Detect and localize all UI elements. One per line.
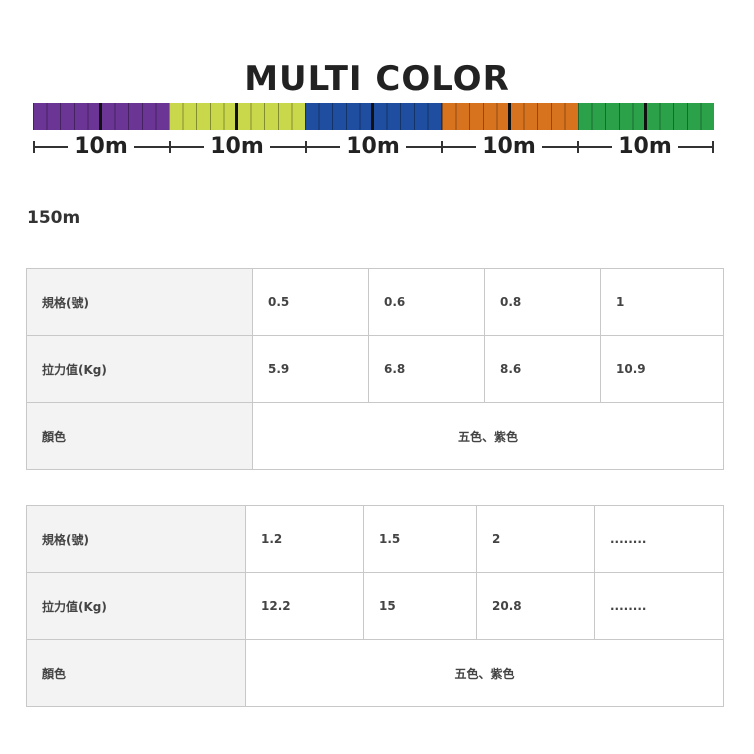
table-row: 規格(號) 1.2 1.5 2 ........ bbox=[26, 505, 724, 573]
table-cell: 2 bbox=[476, 505, 595, 573]
ruler-label-text: 10m bbox=[204, 134, 270, 160]
ruler-label: 10m bbox=[577, 134, 713, 160]
ruler-label: 10m bbox=[169, 134, 305, 160]
row-header: 規格(號) bbox=[26, 268, 253, 336]
table-cell: 1.5 bbox=[363, 505, 477, 573]
ruler-label-text: 10m bbox=[68, 134, 134, 160]
length-ruler: 10m 10m 10m 10m 10m bbox=[33, 134, 714, 160]
segment-mark bbox=[507, 103, 511, 130]
segment-yellow bbox=[169, 103, 306, 130]
row-header: 顏色 bbox=[26, 639, 246, 707]
spec-table-2: 規格(號) 1.2 1.5 2 ........ 拉力值(Kg) 12.2 15… bbox=[26, 505, 724, 707]
color-cell: 五色、紫色 bbox=[252, 402, 724, 470]
table-cell: 1 bbox=[600, 268, 724, 336]
ruler-label: 10m bbox=[305, 134, 441, 160]
table-cell: 20.8 bbox=[476, 572, 595, 640]
table-cell: 8.6 bbox=[484, 335, 601, 403]
segment-mark bbox=[371, 103, 375, 130]
table-row: 顏色 五色、紫色 bbox=[26, 402, 724, 470]
segment-mark bbox=[99, 103, 102, 130]
table-cell: 12.2 bbox=[245, 572, 364, 640]
table-row: 拉力值(Kg) 5.9 6.8 8.6 10.9 bbox=[26, 335, 724, 403]
row-header: 拉力值(Kg) bbox=[26, 335, 253, 403]
color-stripe bbox=[33, 103, 715, 130]
spec-table-1: 規格(號) 0.5 0.6 0.8 1 拉力值(Kg) 5.9 6.8 8.6 … bbox=[26, 268, 724, 470]
row-header: 拉力值(Kg) bbox=[26, 572, 246, 640]
ruler-label: 10m bbox=[441, 134, 577, 160]
table-cell: 0.8 bbox=[484, 268, 601, 336]
ruler-label-text: 10m bbox=[612, 134, 678, 160]
row-header: 顏色 bbox=[26, 402, 253, 470]
segment-green bbox=[577, 103, 715, 130]
table-cell: 1.2 bbox=[245, 505, 364, 573]
table-cell: 5.9 bbox=[252, 335, 369, 403]
ruler-label-text: 10m bbox=[340, 134, 406, 160]
table-row: 規格(號) 0.5 0.6 0.8 1 bbox=[26, 268, 724, 336]
length-label: 150m bbox=[27, 208, 81, 228]
ruler-label-text: 10m bbox=[476, 134, 542, 160]
table-cell: 0.6 bbox=[368, 268, 485, 336]
segment-mark bbox=[235, 103, 239, 130]
segment-blue bbox=[305, 103, 442, 130]
table-cell: 10.9 bbox=[600, 335, 724, 403]
table-cell: 15 bbox=[363, 572, 477, 640]
color-cell: 五色、紫色 bbox=[245, 639, 724, 707]
segment-mark bbox=[643, 103, 647, 130]
table-row: 拉力值(Kg) 12.2 15 20.8 ........ bbox=[26, 572, 724, 640]
table-row: 顏色 五色、紫色 bbox=[26, 639, 724, 707]
table-cell: 6.8 bbox=[368, 335, 485, 403]
row-header: 規格(號) bbox=[26, 505, 246, 573]
table-cell: ........ bbox=[594, 572, 724, 640]
banner-title: MULTI COLOR bbox=[244, 59, 510, 99]
segment-orange bbox=[441, 103, 578, 130]
ruler-label: 10m bbox=[33, 134, 169, 160]
segment-purple bbox=[33, 103, 170, 130]
table-cell: ........ bbox=[594, 505, 724, 573]
table-cell: 0.5 bbox=[252, 268, 369, 336]
